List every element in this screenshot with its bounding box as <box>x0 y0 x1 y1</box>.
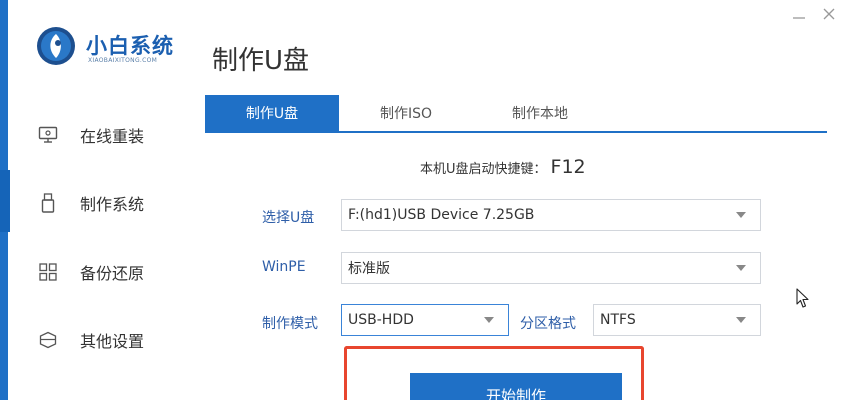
sidebar-item-label: 其他设置 <box>80 332 145 351</box>
page-title: 制作U盘 <box>212 46 310 76</box>
tab-bar: 制作U盘 制作ISO 制作本地 <box>205 95 827 133</box>
partition-label: 分区格式 <box>520 316 576 332</box>
minimize-icon[interactable] <box>790 8 808 26</box>
mode-label: 制作模式 <box>262 316 318 332</box>
logo-subtitle: XIAOBAIXITONG.COM <box>88 57 158 64</box>
mouse-cursor-icon <box>796 288 809 308</box>
hotkey-info: 本机U盘启动快捷键： F12 <box>420 156 586 178</box>
chevron-down-icon <box>484 317 494 323</box>
hotkey-key: F12 <box>550 156 586 178</box>
sidebar-active-indicator <box>0 170 10 232</box>
tab-make-usb[interactable]: 制作U盘 <box>205 95 339 131</box>
partition-value: NTFS <box>600 312 636 328</box>
sidebar-item-label: 制作系统 <box>80 195 145 214</box>
tab-make-local[interactable]: 制作本地 <box>473 95 607 131</box>
usb-device-select[interactable]: F:(hd1)USB Device 7.25GB <box>341 199 761 231</box>
sidebar-item-backup-restore[interactable]: 备份还原 <box>38 252 188 292</box>
usb-select-label: 选择U盘 <box>262 210 315 226</box>
chevron-down-icon <box>736 317 746 323</box>
partition-select[interactable]: NTFS <box>593 304 761 336</box>
chevron-down-icon <box>736 212 746 218</box>
logo-title: 小白系统 <box>86 34 174 58</box>
start-button[interactable]: 开始制作 <box>410 373 622 400</box>
grid-icon <box>38 262 58 282</box>
mode-select[interactable]: USB-HDD <box>341 304 509 336</box>
monitor-icon <box>38 125 58 145</box>
mode-value: USB-HDD <box>348 312 414 328</box>
tab-make-iso[interactable]: 制作ISO <box>339 95 473 131</box>
usb-device-value: F:(hd1)USB Device 7.25GB <box>348 207 535 223</box>
winpe-label: WinPE <box>262 259 306 275</box>
sidebar-item-label: 在线重装 <box>80 127 145 146</box>
usb-drive-icon <box>38 193 58 213</box>
close-icon[interactable] <box>820 5 838 23</box>
hotkey-label: 本机U盘启动快捷键： <box>420 162 547 177</box>
chevron-down-icon <box>736 265 746 271</box>
winpe-select[interactable]: 标准版 <box>341 252 761 284</box>
sidebar-item-other-settings[interactable]: 其他设置 <box>38 320 188 360</box>
sidebar-item-make-system[interactable]: 制作系统 <box>38 183 188 223</box>
sidebar-item-online-reinstall[interactable]: 在线重装 <box>38 115 188 155</box>
sidebar-item-label: 备份还原 <box>80 264 145 283</box>
app-logo: 小白系统 XIAOBAIXITONG.COM <box>30 22 190 72</box>
winpe-value: 标准版 <box>348 261 390 277</box>
cube-icon <box>38 330 58 350</box>
logo-mark-icon <box>37 27 75 65</box>
